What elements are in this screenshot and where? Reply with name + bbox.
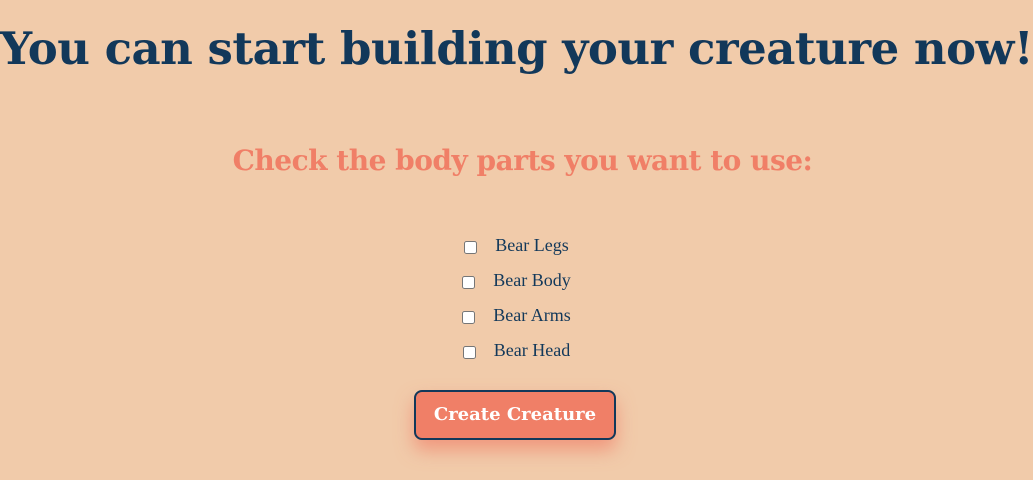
bear-head-label[interactable]: Bear Head bbox=[494, 340, 570, 361]
body-part-option: Bear Arms bbox=[0, 298, 1033, 333]
bear-legs-label[interactable]: Bear Legs bbox=[495, 235, 568, 256]
body-part-option: Bear Body bbox=[0, 263, 1033, 298]
body-part-option: Bear Head bbox=[0, 333, 1033, 368]
create-creature-button[interactable]: Create Creature bbox=[414, 390, 616, 440]
body-part-option: Bear Legs bbox=[0, 228, 1033, 263]
page-subtitle: Check the body parts you want to use: bbox=[232, 144, 813, 177]
bear-legs-checkbox[interactable] bbox=[464, 241, 478, 254]
page-title: You can start building your creature now… bbox=[0, 22, 1033, 75]
bear-arms-label[interactable]: Bear Arms bbox=[493, 305, 570, 326]
bear-body-checkbox[interactable] bbox=[462, 276, 476, 289]
bear-arms-checkbox[interactable] bbox=[462, 311, 476, 324]
bear-head-checkbox[interactable] bbox=[462, 346, 476, 359]
body-parts-list: Bear Legs Bear Body Bear Arms Bear Head bbox=[0, 228, 1033, 368]
bear-body-label[interactable]: Bear Body bbox=[493, 270, 570, 291]
